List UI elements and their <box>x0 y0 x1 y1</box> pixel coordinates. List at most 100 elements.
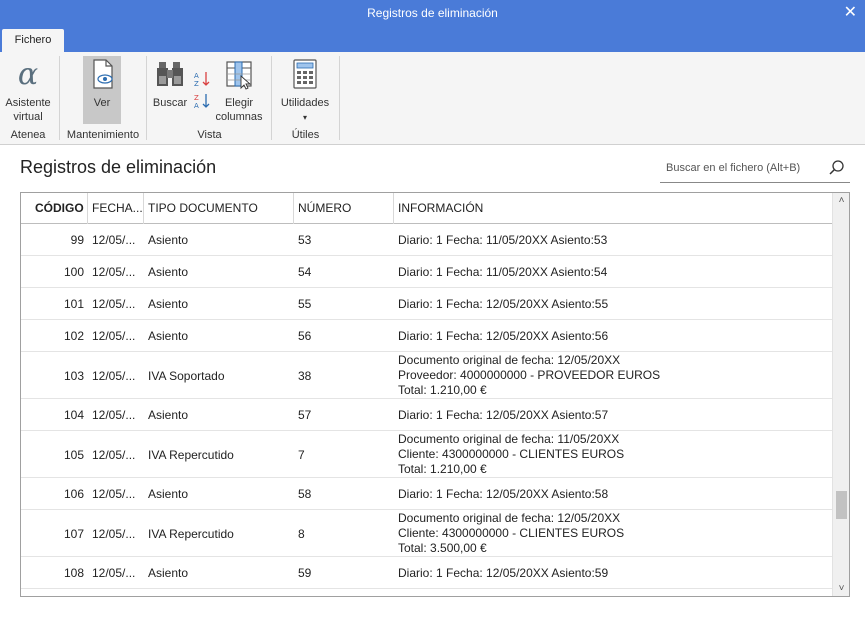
cell-numero: 38 <box>298 369 312 383</box>
table-row[interactable]: 99 12/05/... Asiento 53 Diario: 1 Fecha: 11/… <box>21 224 832 256</box>
cell-tipo-documento: Asiento <box>148 487 189 501</box>
cell-fecha: 12/05/... <box>92 448 136 462</box>
cell-numero: 58 <box>298 487 312 501</box>
column-header-codigo[interactable]: CÓDIGO <box>21 193 88 224</box>
cell-informacion-line: Diario: 1 Fecha: 11/05/20XX Asiento:54 <box>398 265 608 279</box>
cell-informacion-line: Diario: 1 Fecha: 12/05/20XX Asiento:59 <box>398 566 609 580</box>
group-label-utiles: Útiles <box>291 129 320 141</box>
cell-tipo-documento: Asiento <box>148 297 189 311</box>
cell-tipo-documento: IVA Repercutido <box>148 448 234 462</box>
cell-fecha: 12/05/... <box>92 233 136 247</box>
cell-codigo: 107 <box>63 527 84 541</box>
cell-informacion-line: Documento original de fecha: 12/05/20XX <box>398 353 621 367</box>
cell-numero: 7 <box>298 448 305 462</box>
cell-tipo-documento: Asiento <box>148 233 189 247</box>
table-row[interactable]: 108 12/05/... Asiento 59 Diario: 1 Fecha: 12… <box>21 557 832 589</box>
search-input[interactable]: Buscar en el fichero (Alt+B) <box>666 162 800 174</box>
cell-tipo-documento: Asiento <box>148 265 189 279</box>
cell-fecha: 12/05/... <box>92 408 136 422</box>
table-row[interactable]: 105 12/05/... IVA Repercutido 7 Documento or… <box>21 431 832 478</box>
vertical-scrollbar[interactable]: ˄ ˅ <box>832 193 849 596</box>
buscar-button[interactable]: Buscar <box>151 58 189 110</box>
document-view-icon <box>83 58 121 94</box>
binoculars-icon <box>151 58 189 94</box>
cell-tipo-documento: Asiento <box>148 566 189 580</box>
cell-informacion-line: Cliente: 4300000000 - CLIENTES EUROS <box>398 526 625 540</box>
cell-informacion-line: Documento original de fecha: 12/05/20XX <box>398 511 621 525</box>
cell-numero: 54 <box>298 265 312 279</box>
svg-text:Z: Z <box>194 94 199 102</box>
cell-codigo: 104 <box>63 408 84 422</box>
asistente-label-2: virtual <box>13 111 43 123</box>
close-icon[interactable]: ✕ <box>844 2 857 22</box>
cell-codigo: 106 <box>63 487 84 501</box>
scroll-up-icon[interactable]: ˄ <box>833 195 849 206</box>
table-body: 99 12/05/... Asiento 53 Diario: 1 Fecha: 11/… <box>21 224 832 596</box>
title-bar: Registros de eliminación ✕ <box>0 0 865 28</box>
ver-button[interactable]: Ver <box>83 58 121 110</box>
table-row[interactable]: 103 12/05/... IVA Soportado 38 Documento ori… <box>21 352 832 399</box>
group-label-atenea: Atenea <box>10 129 46 141</box>
group-label-vista: Vista <box>197 129 222 141</box>
cell-informacion-line: Proveedor: 4000000000 - PROVEEDOR EUROS <box>398 368 661 382</box>
cell-numero: 55 <box>298 297 312 311</box>
sort-ascending-icon[interactable]: A Z <box>193 70 211 88</box>
ribbon-separator <box>59 56 60 140</box>
cell-fecha: 12/05/... <box>92 487 136 501</box>
cell-informacion-line: Documento original de fecha: 11/05/20XX <box>398 432 620 446</box>
elegir-label-1: Elegir <box>224 97 254 109</box>
cell-numero: 8 <box>298 527 305 541</box>
table-row[interactable]: Documento original de fecha: 22/08/2022 <box>21 589 832 596</box>
table-row[interactable]: 104 12/05/... Asiento 57 Diario: 1 Fecha: 12… <box>21 399 832 431</box>
asistente-virtual-button[interactable]: α Asistente virtual <box>2 57 54 124</box>
ribbon: α Asistente virtual Atenea Ver Mantenimi… <box>0 52 865 145</box>
svg-text:Z: Z <box>194 80 199 88</box>
search-box[interactable]: Buscar en el fichero (Alt+B) <box>660 157 850 183</box>
sort-descending-icon[interactable]: Z A <box>193 92 211 110</box>
ribbon-tab-strip: Fichero <box>0 28 865 52</box>
utilidades-button[interactable]: Utilidades ▾ <box>276 58 334 125</box>
cell-informacion-line: Diario: 1 Fecha: 12/05/20XX Asiento:57 <box>398 408 609 422</box>
table-row[interactable]: 100 12/05/... Asiento 54 Diario: 1 Fecha: 11… <box>21 256 832 288</box>
cell-codigo: 102 <box>63 329 84 343</box>
cell-codigo: 101 <box>63 297 84 311</box>
elegir-columnas-button[interactable]: Elegir columnas <box>214 58 264 124</box>
column-header-informacion[interactable]: INFORMACIÓN <box>394 193 832 224</box>
table-row[interactable]: 102 12/05/... Asiento 56 Diario: 1 Fecha: 12… <box>21 320 832 352</box>
cell-fecha: 12/05/... <box>92 297 136 311</box>
asistente-label-1: Asistente <box>5 97 51 109</box>
ribbon-separator <box>146 56 147 140</box>
cell-informacion-line: Diario: 1 Fecha: 12/05/20XX Asiento:58 <box>398 487 609 501</box>
window-title: Registros de eliminación <box>367 6 498 20</box>
cell-informacion-line: Diario: 1 Fecha: 12/05/20XX Asiento:56 <box>398 329 609 343</box>
dropdown-arrow-icon: ▾ <box>302 113 307 122</box>
buscar-label: Buscar <box>152 97 188 109</box>
scroll-down-icon[interactable]: ˅ <box>833 583 849 594</box>
ver-label: Ver <box>93 97 111 109</box>
column-header-numero[interactable]: NÚMERO <box>294 193 394 224</box>
cell-fecha: 12/05/... <box>92 527 136 541</box>
column-header-fecha[interactable]: FECHA... <box>88 193 144 224</box>
elegir-label-2: columnas <box>215 111 263 123</box>
search-icon[interactable] <box>828 159 846 180</box>
records-table: CÓDIGO FECHA... TIPO DOCUMENTO NÚMERO IN… <box>20 192 850 597</box>
scrollbar-thumb[interactable] <box>836 491 847 519</box>
tab-fichero[interactable]: Fichero <box>2 29 64 52</box>
page-title: Registros de eliminación <box>20 157 217 177</box>
cell-codigo: 105 <box>63 448 84 462</box>
cell-codigo: 108 <box>63 566 84 580</box>
columns-icon <box>214 58 264 94</box>
cell-fecha: 12/05/... <box>92 566 136 580</box>
cell-informacion-line: Diario: 1 Fecha: 11/05/20XX Asiento:53 <box>398 233 608 247</box>
cell-fecha: 12/05/... <box>92 369 136 383</box>
table-row[interactable]: 101 12/05/... Asiento 55 Diario: 1 Fecha: 12… <box>21 288 832 320</box>
cell-numero: 53 <box>298 233 312 247</box>
table-header: CÓDIGO FECHA... TIPO DOCUMENTO NÚMERO IN… <box>21 193 832 224</box>
column-header-tipo-documento[interactable]: TIPO DOCUMENTO <box>144 193 294 224</box>
table-row[interactable]: 106 12/05/... Asiento 58 Diario: 1 Fecha: 12… <box>21 478 832 510</box>
table-row[interactable]: 107 12/05/... IVA Repercutido 8 Documento or… <box>21 510 832 557</box>
cell-codigo: 100 <box>63 265 84 279</box>
cell-informacion-line: Total: 1.210,00 € <box>398 462 487 476</box>
cell-numero: 56 <box>298 329 312 343</box>
cell-tipo-documento: Asiento <box>148 408 189 422</box>
